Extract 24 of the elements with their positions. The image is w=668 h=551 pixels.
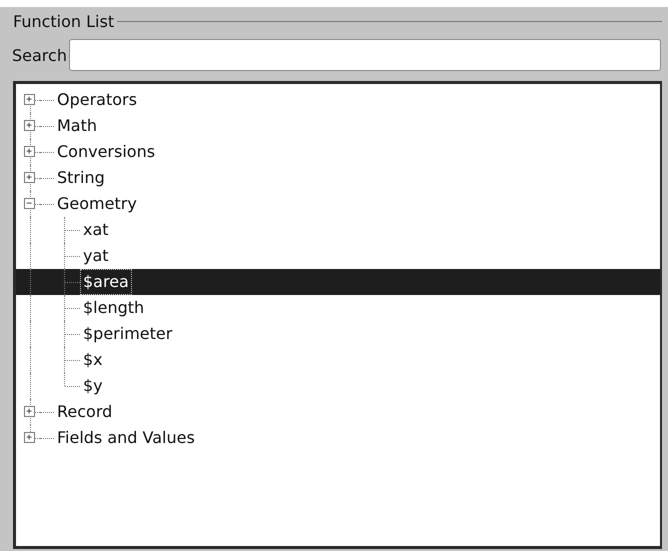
expand-icon[interactable] — [24, 172, 35, 183]
expand-icon[interactable] — [24, 94, 35, 105]
tree-item[interactable]: $x — [80, 347, 106, 373]
tree-item[interactable]: Operators — [54, 87, 140, 113]
tree-item[interactable]: yat — [80, 243, 112, 269]
tree-item[interactable]: Geometry — [54, 191, 140, 217]
expand-icon[interactable] — [24, 432, 35, 443]
expand-icon[interactable] — [24, 406, 35, 417]
search-label: Search — [11, 46, 68, 64]
tree-item[interactable]: Fields and Values — [54, 425, 198, 451]
tree-item[interactable]: xat — [80, 217, 112, 243]
tree-item[interactable]: $area — [80, 269, 132, 295]
tree-item[interactable]: Conversions — [54, 139, 158, 165]
tree-item[interactable]: $y — [80, 373, 106, 399]
expand-icon[interactable] — [24, 120, 35, 131]
tree-item[interactable]: Record — [54, 399, 116, 425]
tree-item[interactable]: String — [54, 165, 108, 191]
tree-item[interactable]: $length — [80, 295, 148, 321]
expand-icon[interactable] — [24, 146, 35, 157]
tree-item[interactable]: Math — [54, 113, 100, 139]
tree-item[interactable]: $perimeter — [80, 321, 176, 347]
search-field[interactable] — [68, 39, 661, 71]
collapse-icon[interactable] — [24, 198, 35, 209]
panel-title: Function List — [12, 12, 116, 30]
